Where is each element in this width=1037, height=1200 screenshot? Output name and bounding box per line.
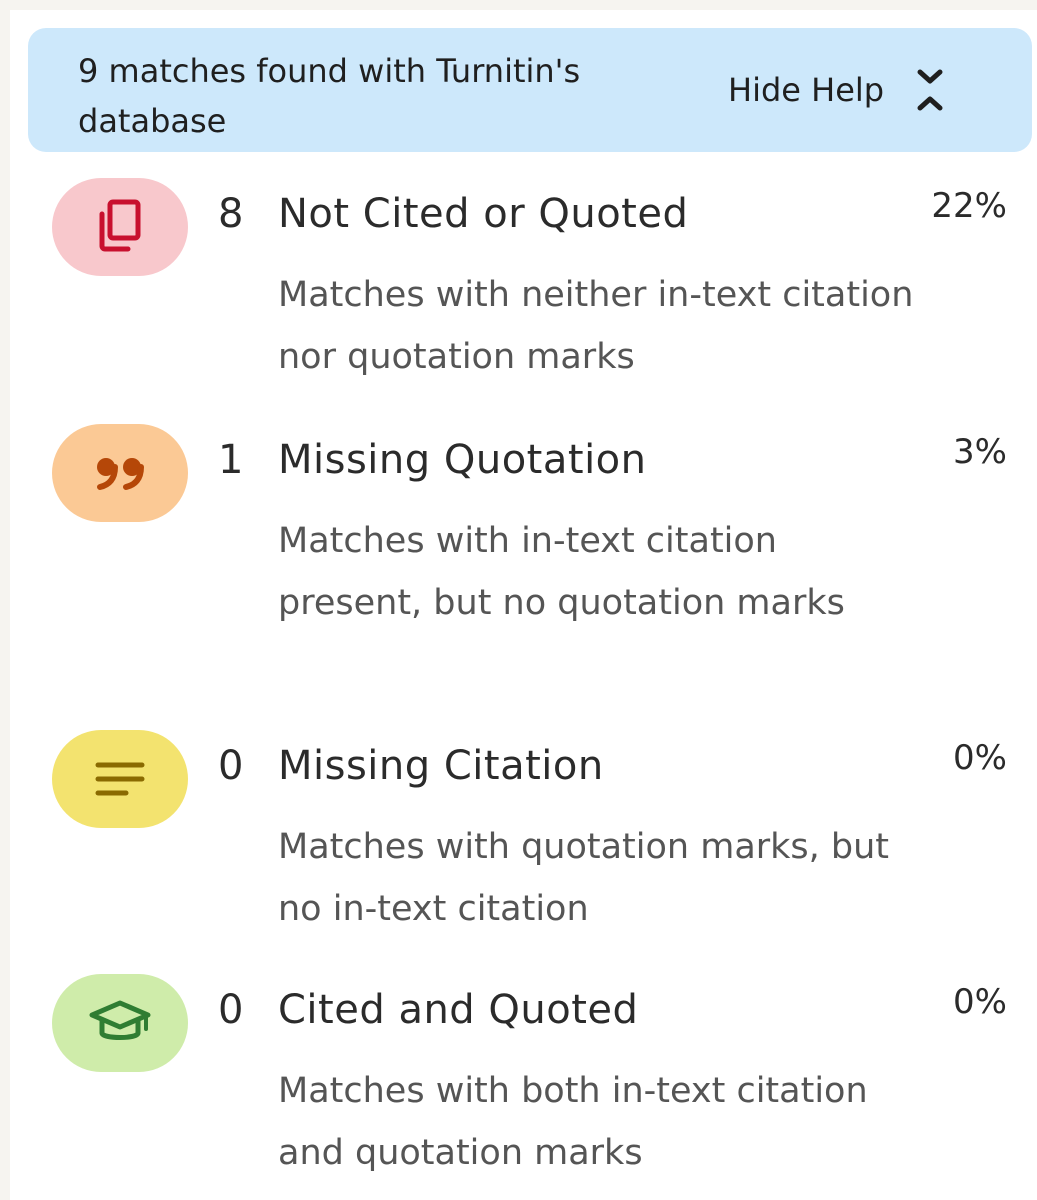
quote-icon (97, 458, 144, 490)
category-description: Matches with in-text citation present, b… (278, 521, 845, 623)
category-badge (52, 424, 188, 522)
category-title: Missing Quotation (278, 437, 647, 483)
category-description: Matches with both in-text citation and q… (278, 1071, 868, 1173)
category-badge (52, 178, 188, 276)
category-description: Matches with neither in-text citation no… (278, 275, 914, 377)
category-title: Cited and Quoted (278, 987, 639, 1033)
graduation-cap-icon (89, 1000, 151, 1040)
match-overview-panel: 9 matches found with Turnitin's database… (10, 10, 1037, 1200)
category-count: 8 (218, 191, 244, 237)
category-count: 0 (218, 987, 244, 1033)
match-summary-banner: 9 matches found with Turnitin's database… (28, 28, 1032, 152)
category-badge (52, 730, 188, 828)
category-percent: 0% (953, 738, 1007, 778)
category-title: Missing Citation (278, 743, 604, 789)
text-lines-icon (95, 762, 145, 796)
category-count: 0 (218, 743, 244, 789)
category-badge (52, 974, 188, 1072)
category-title: Not Cited or Quoted (278, 191, 689, 237)
category-percent: 0% (953, 982, 1007, 1022)
category-percent: 3% (953, 432, 1007, 472)
hide-help-label: Hide Help (728, 71, 885, 109)
chevron-collapse-icon (917, 69, 943, 111)
match-summary-text: 9 matches found with Turnitin's database (78, 52, 581, 140)
hide-help-button[interactable]: Hide Help (728, 28, 948, 152)
copy-icon (99, 199, 141, 252)
category-percent: 22% (931, 186, 1007, 226)
category-description: Matches with quotation marks, but no in-… (278, 827, 890, 929)
category-count: 1 (218, 437, 244, 483)
